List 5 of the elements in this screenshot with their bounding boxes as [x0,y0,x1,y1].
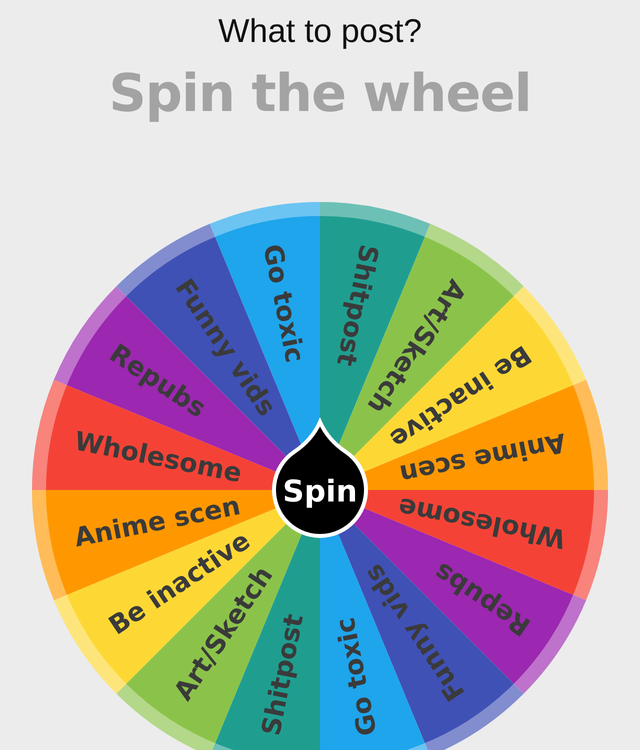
segment-label: Go toxic [256,242,310,366]
page-title: What to post? [218,12,422,50]
segment-label: Go toxic [330,614,384,738]
spin-button[interactable]: Spin [272,420,368,538]
heading: Spin the wheel [108,64,532,124]
